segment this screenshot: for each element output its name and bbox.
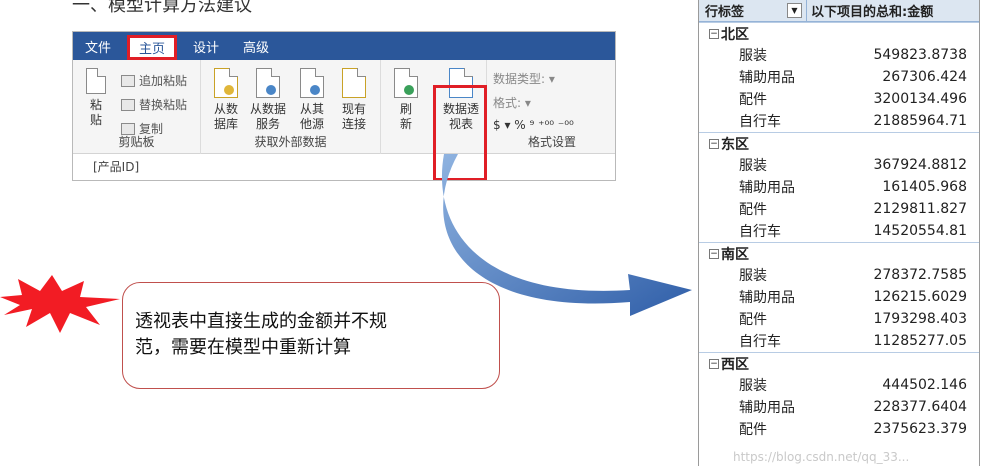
refresh-icon <box>394 68 418 98</box>
collapse-toggle-icon[interactable]: − <box>709 138 719 149</box>
paste-button[interactable]: 粘贴 <box>79 68 113 128</box>
pivot-item-row[interactable]: 辅助用品 161405.968 <box>699 176 979 198</box>
pivot-region-row[interactable]: − 北区 <box>699 22 979 44</box>
item-value: 2375623.379 <box>873 421 967 437</box>
tab-home[interactable]: 主页 <box>127 35 178 60</box>
pivot-item-row[interactable]: 自行车 14520554.81 <box>699 220 979 242</box>
data-type-dropdown[interactable]: 数据类型: ▾ <box>493 70 555 87</box>
region-name: 北区 <box>721 26 749 43</box>
pivot-item-row[interactable]: 服装 549823.8738 <box>699 44 979 66</box>
callout-line-2: 范，需要在模型中重新计算 <box>135 337 351 358</box>
tab-advanced[interactable]: 高级 <box>231 32 281 60</box>
pivot-item-row[interactable]: 自行车 11285277.05 <box>699 330 979 352</box>
filter-dropdown-icon[interactable]: ▼ <box>787 3 802 18</box>
group-label-clipboard: 剪贴板 <box>118 135 155 149</box>
pivot-item-row[interactable]: 配件 3200134.496 <box>699 88 979 110</box>
item-label: 配件 <box>739 312 767 328</box>
data-service-icon <box>256 68 280 98</box>
format-dropdown[interactable]: 格式: ▾ <box>493 94 531 111</box>
collapse-toggle-icon[interactable]: − <box>709 28 719 39</box>
item-value: 2129811.827 <box>873 201 967 217</box>
curved-arrow-icon <box>441 154 692 316</box>
region-name: 东区 <box>721 136 749 153</box>
item-label: 服装 <box>739 158 767 174</box>
number-format-buttons[interactable]: $ ▾ % ⁹ ⁺⁰⁰ ⁻⁰⁰ <box>493 118 574 132</box>
item-label: 配件 <box>739 422 767 438</box>
item-label: 辅助用品 <box>739 400 795 416</box>
red-burst-icon <box>0 275 120 333</box>
item-value: 3200134.496 <box>873 91 967 107</box>
pivot-item-row[interactable]: 辅助用品 267306.424 <box>699 66 979 88</box>
ribbon-body: 粘贴 追加粘贴 替换粘贴 复制 剪贴板 从数据库 从数据服务 从其他源 现有连接… <box>73 60 615 180</box>
item-label: 服装 <box>739 378 767 394</box>
item-label: 辅助用品 <box>739 290 795 306</box>
item-value: 444502.146 <box>882 377 967 393</box>
paste-icon <box>86 68 106 94</box>
item-label: 辅助用品 <box>739 180 795 196</box>
pivot-item-row[interactable]: 辅助用品 126215.6029 <box>699 286 979 308</box>
item-value: 228377.6404 <box>873 399 967 415</box>
watermark: https://blog.csdn.net/qq_33... <box>733 450 910 464</box>
from-other-source-button[interactable]: 从其他源 <box>291 68 333 132</box>
pivot-item-row[interactable]: 配件 2375623.379 <box>699 418 979 440</box>
group-external-data: 从数据库 从数据服务 从其他源 现有连接 获取外部数据 <box>201 60 381 154</box>
pivot-body: − 北区 服装 549823.8738 辅助用品 267306.424 配件 3200134.… <box>699 22 979 440</box>
region-name: 西区 <box>721 356 749 373</box>
item-value: 126215.6029 <box>873 289 967 305</box>
refresh-button[interactable]: 刷新 <box>389 68 423 132</box>
item-label: 自行车 <box>739 114 781 130</box>
replace-paste-button[interactable]: 替换粘贴 <box>121 96 187 113</box>
item-value: 14520554.81 <box>873 223 967 239</box>
other-source-icon <box>300 68 324 98</box>
pivot-item-row[interactable]: 辅助用品 228377.6404 <box>699 396 979 418</box>
item-label: 服装 <box>739 268 767 284</box>
item-label: 服装 <box>739 48 767 64</box>
tab-file[interactable]: 文件 <box>73 32 123 60</box>
item-value: 21885964.71 <box>873 113 967 129</box>
sum-header: 以下项目的总和:金额 <box>811 5 934 20</box>
pivot-header-row: 行标签 ▼ 以下项目的总和:金额 <box>699 0 979 22</box>
from-database-button[interactable]: 从数据库 <box>205 68 247 132</box>
item-value: 1793298.403 <box>873 311 967 327</box>
pivot-item-row[interactable]: 配件 2129811.827 <box>699 198 979 220</box>
pivot-region-row[interactable]: − 西区 <box>699 352 979 374</box>
collapse-toggle-icon[interactable]: − <box>709 248 719 259</box>
item-label: 自行车 <box>739 334 781 350</box>
top-caption: 一、模型计算方法建议 <box>72 0 252 16</box>
region-name: 南区 <box>721 246 749 263</box>
pivot-table: 行标签 ▼ 以下项目的总和:金额 − 北区 服装 549823.8738 辅助用品 267… <box>698 0 980 466</box>
item-value: 278372.7585 <box>873 267 967 283</box>
item-label: 自行车 <box>739 224 781 240</box>
item-value: 367924.8812 <box>873 157 967 173</box>
item-value: 11285277.05 <box>873 333 967 349</box>
append-paste-button[interactable]: 追加粘贴 <box>121 72 187 89</box>
from-data-service-button[interactable]: 从数据服务 <box>247 68 289 132</box>
ribbon-tab-bar: 文件 主页 设计 高级 <box>73 32 615 60</box>
pivot-item-row[interactable]: 服装 444502.146 <box>699 374 979 396</box>
pivot-item-row[interactable]: 自行车 21885964.71 <box>699 110 979 132</box>
item-label: 辅助用品 <box>739 70 795 86</box>
pivot-item-row[interactable]: 服装 278372.7585 <box>699 264 979 286</box>
item-value: 549823.8738 <box>873 47 967 63</box>
item-value: 161405.968 <box>882 179 967 195</box>
item-label: 配件 <box>739 202 767 218</box>
item-value: 267306.424 <box>882 69 967 85</box>
item-label: 配件 <box>739 92 767 108</box>
pivot-region-row[interactable]: − 东区 <box>699 132 979 154</box>
collapse-toggle-icon[interactable]: − <box>709 358 719 369</box>
tab-design[interactable]: 设计 <box>181 32 231 60</box>
pivot-item-row[interactable]: 配件 1793298.403 <box>699 308 979 330</box>
row-labels-header: 行标签 ▼ <box>699 0 807 21</box>
replace-paste-icon <box>121 98 135 111</box>
append-paste-icon <box>121 74 135 87</box>
database-icon <box>214 68 238 98</box>
group-label-format: 格式设置 <box>527 135 576 149</box>
connection-icon <box>342 68 366 98</box>
group-label-external: 获取外部数据 <box>254 135 327 149</box>
pivot-item-row[interactable]: 服装 367924.8812 <box>699 154 979 176</box>
pivot-region-row[interactable]: − 南区 <box>699 242 979 264</box>
group-format: 数据类型: ▾ 格式: ▾ $ ▾ % ⁹ ⁺⁰⁰ ⁻⁰⁰ 格式设置 <box>487 60 615 154</box>
existing-connections-button[interactable]: 现有连接 <box>333 68 375 132</box>
group-clipboard: 粘贴 追加粘贴 替换粘贴 复制 剪贴板 <box>73 60 201 154</box>
